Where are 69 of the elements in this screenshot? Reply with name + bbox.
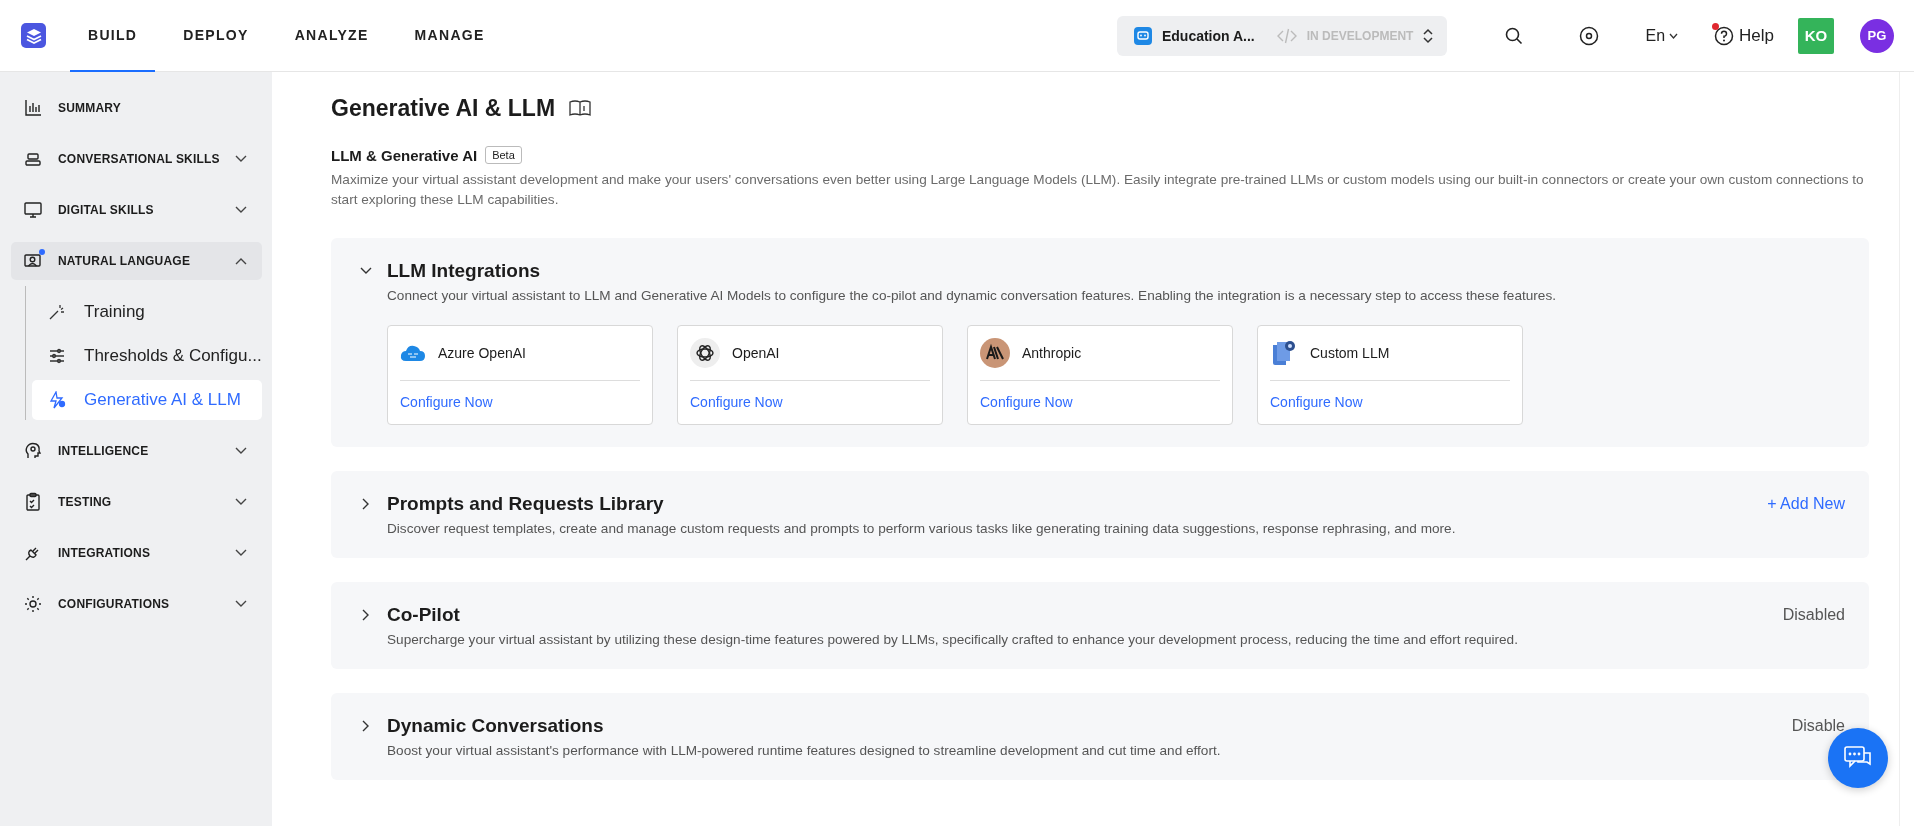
provider-name: Azure OpenAI — [438, 345, 526, 361]
section-description: Discover request templates, create and manage custom requests and prompts to perform various tasks like generating training data suggestions, response rephrasing, and more. — [387, 521, 1457, 536]
sidebar-subitem[interactable]: Training — [32, 292, 262, 332]
configure-link[interactable]: Configure Now — [980, 381, 1220, 424]
monitor-icon — [23, 200, 43, 220]
section-heading: LLM & Generative AI — [331, 146, 478, 164]
sidebar-item[interactable]: SUMMARY — [11, 89, 262, 127]
app-name: Education A... — [1161, 27, 1255, 44]
configure-link[interactable]: Configure Now — [1270, 381, 1510, 424]
sidebar-item[interactable]: CONVERSATIONAL SKILLS — [11, 140, 262, 178]
section-description: Supercharge your virtual assistant by utilizing these design-time features powered by LLMs, specifically crafted to enhance your development process, reducing the time and effort required. — [387, 632, 1519, 647]
page-description: Maximize your virtual assistant development and make your users' conversations even better using Large Language Models (LLM). Easily integrate pre-trained LLMs or custom models using our built-in connectors or create your own custom connections to start exploring these LLM capabilities. — [331, 171, 1865, 209]
head-gear-icon — [23, 441, 43, 461]
cloud-icon — [400, 344, 426, 362]
section-title: Dynamic Conversations — [387, 715, 604, 737]
help-icon — [1714, 25, 1735, 46]
section-description: Boost your virtual assistant's performance with LLM-powered runtime features designed to streamline development and cut time and effort. — [387, 743, 1222, 758]
search-icon[interactable] — [1505, 26, 1524, 45]
letters-icon — [980, 338, 1010, 368]
nav-tab[interactable]: MANAGE — [396, 0, 503, 72]
add-new-link[interactable]: + Add New — [1767, 495, 1845, 513]
code-icon — [1276, 27, 1297, 44]
sidebar-item[interactable]: INTELLIGENCE — [11, 432, 262, 470]
sidebar-item[interactable]: TESTING — [11, 483, 262, 521]
chevron-icon — [235, 549, 247, 557]
wand-icon — [48, 303, 66, 321]
chevron-icon — [235, 447, 247, 455]
chart-icon — [23, 98, 43, 118]
sort-caret-icon — [1423, 27, 1434, 44]
chevron-icon — [235, 155, 247, 163]
chevron-icon — [235, 206, 247, 214]
chevron-icon — [235, 600, 247, 608]
section-status: Disable — [1791, 717, 1845, 735]
chevron-icon — [235, 257, 247, 265]
sidebar-item[interactable]: DIGITAL SKILLS — [11, 191, 262, 229]
sliders-icon — [48, 347, 66, 365]
language-dropdown[interactable]: En — [1645, 26, 1679, 45]
page-title: Generative AI & LLM — [331, 94, 556, 122]
logo-icon[interactable] — [21, 23, 46, 48]
section-description: Connect your virtual assistant to LLM and Generative AI Models to configure the co-pilot and dynamic conversation features. Enabling the integration is a necessary step to access these features. — [387, 288, 1557, 303]
chevron-icon — [235, 498, 247, 506]
provider-name: Anthropic — [1022, 345, 1082, 361]
sidebar-item[interactable]: CONFIGURATIONS — [11, 585, 262, 623]
sidebar-subitem[interactable]: Thresholds & Configu... — [32, 336, 262, 376]
sidebar-subitem[interactable]: Generative AI & LLM — [32, 380, 262, 420]
section-title: Co-Pilot — [387, 604, 460, 626]
chat-app-icon — [1133, 26, 1152, 45]
configure-link[interactable]: Configure Now — [400, 381, 640, 424]
knot-icon — [690, 338, 720, 368]
section-status: Disabled — [1782, 606, 1845, 624]
nav-tab[interactable]: ANALYZE — [276, 0, 387, 72]
configure-link[interactable]: Configure Now — [690, 381, 930, 424]
user-avatar[interactable]: PG — [1860, 18, 1894, 53]
document-gear-icon — [1270, 339, 1298, 367]
target-icon[interactable] — [1579, 25, 1600, 46]
sidebar-item[interactable]: NATURAL LANGUAGE — [11, 242, 262, 280]
sparkle-icon — [48, 391, 66, 409]
provider-name: OpenAI — [732, 345, 780, 361]
chevron-down-icon — [1669, 32, 1679, 39]
section-title: LLM Integrations — [387, 260, 541, 282]
nav-tab[interactable]: DEPLOY — [165, 0, 267, 72]
provider-name: Custom LLM — [1310, 345, 1390, 361]
book-icon[interactable] — [569, 99, 592, 117]
help-button[interactable]: Help — [1714, 25, 1774, 46]
chat-icon — [1843, 745, 1873, 771]
section-title: Prompts and Requests Library — [387, 493, 664, 515]
beta-badge: Beta — [485, 146, 522, 164]
clipboard-icon — [23, 492, 43, 512]
sidebar-item[interactable]: INTEGRATIONS — [11, 534, 262, 572]
